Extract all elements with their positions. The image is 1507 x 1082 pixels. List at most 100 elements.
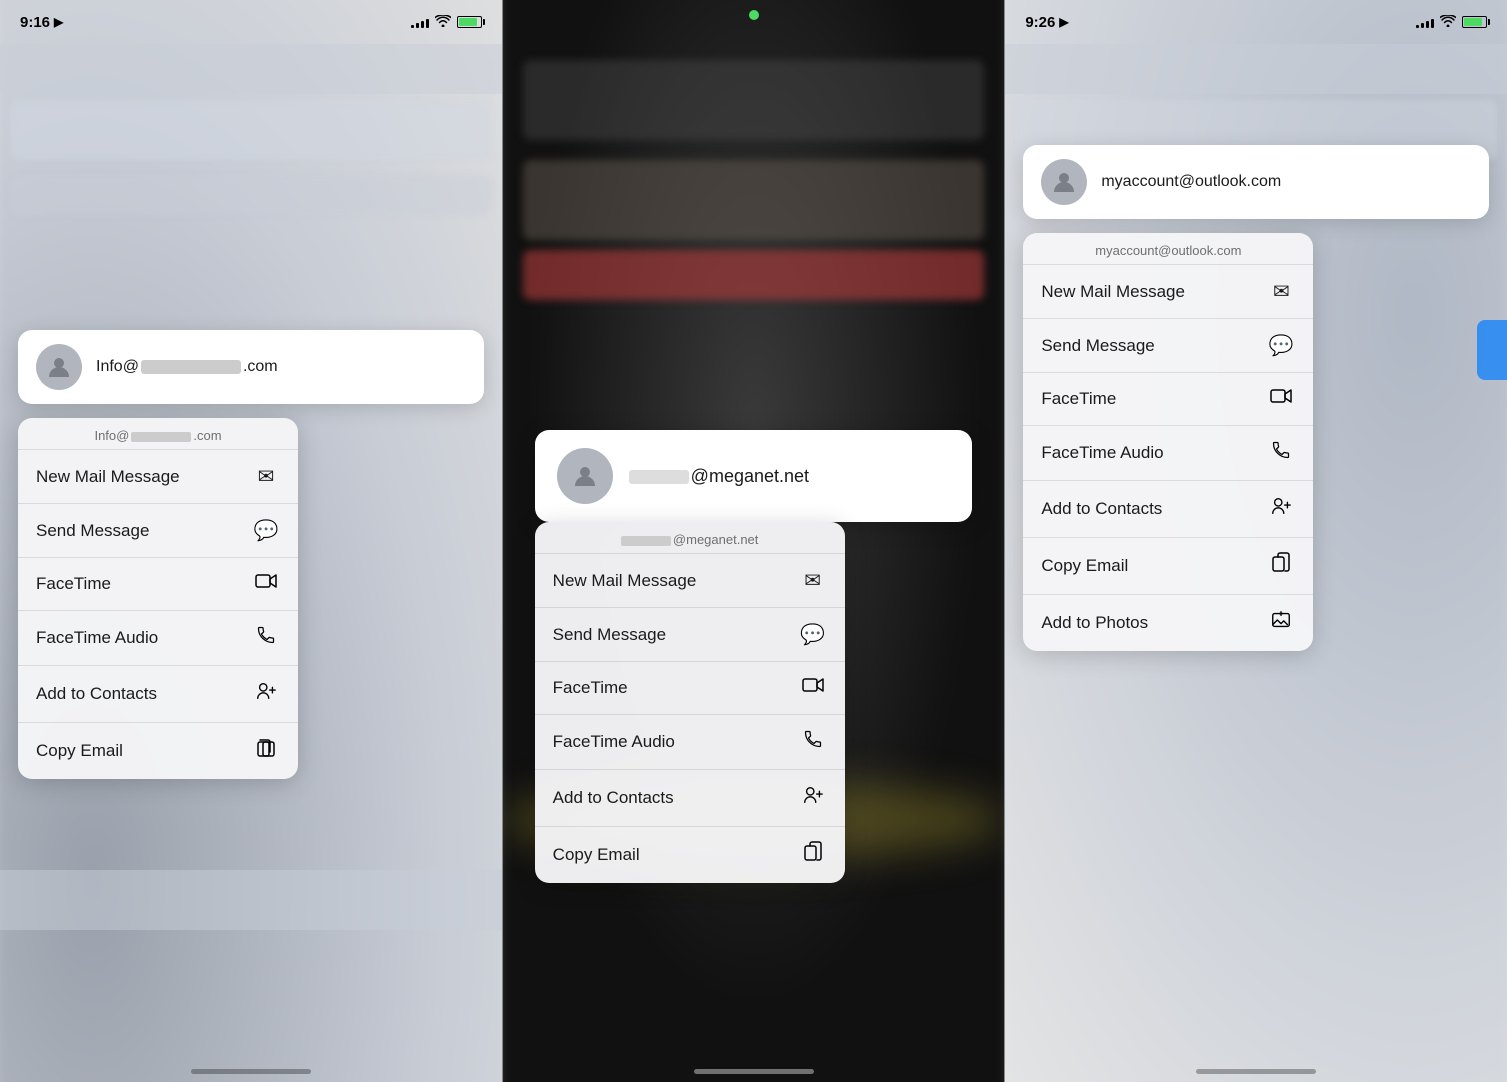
message-icon-3: 💬 (1267, 333, 1295, 358)
home-indicator-2 (694, 1069, 814, 1074)
p3-nav-blur (1005, 44, 1507, 94)
phone-panel-3: 9:26 ▶ (1005, 0, 1507, 1082)
photos-icon-3 (1267, 609, 1295, 637)
menu-item-copy-email-1[interactable]: Copy Email (18, 723, 298, 779)
menu-item-label-facetime-2: FaceTime (553, 678, 628, 698)
context-menu-1: Info@.com New Mail Message ✉ Send Messag… (18, 418, 298, 779)
contact-header-card-1: Info@.com (18, 330, 484, 404)
menu-item-label-copy-email-3: Copy Email (1041, 556, 1128, 576)
add-contact-icon-1 (252, 680, 280, 708)
avatar-3 (1041, 159, 1087, 205)
context-menu-2: @meganet.net New Mail Message ✉ Send Mes… (535, 522, 845, 883)
menu-item-facetime-audio-3[interactable]: FaceTime Audio (1023, 426, 1313, 481)
avatar-2 (557, 448, 613, 504)
menu-item-label-send-msg-3: Send Message (1041, 336, 1154, 356)
status-time-3: 9:26 ▶ (1025, 14, 1068, 31)
contact-email-3: myaccount@outlook.com (1101, 173, 1281, 191)
signal-bar-4 (426, 19, 429, 28)
menu-item-add-contacts-3[interactable]: Add to Contacts (1023, 481, 1313, 538)
status-time-1: 9:16 ▶ (20, 14, 63, 31)
status-icons-3 (1416, 15, 1487, 30)
menu-label-blur-2 (621, 536, 671, 546)
menu-item-facetime-1[interactable]: FaceTime (18, 558, 298, 611)
bg-rect-1 (10, 100, 492, 160)
copy-icon-1 (252, 737, 280, 765)
signal-bars-3 (1416, 16, 1434, 28)
menu-item-send-msg-1[interactable]: Send Message 💬 (18, 504, 298, 558)
nav-bar-blur (0, 44, 502, 94)
menu-item-label-facetime-audio-2: FaceTime Audio (553, 732, 675, 752)
menu-item-facetime-audio-2[interactable]: FaceTime Audio (535, 715, 845, 770)
contact-header-card-3: myaccount@outlook.com (1023, 145, 1489, 219)
battery-fill-3 (1464, 18, 1482, 26)
email-blur-2 (629, 470, 689, 484)
battery-icon-3 (1462, 16, 1487, 28)
menu-item-label-new-mail-3: New Mail Message (1041, 282, 1185, 302)
menu-item-facetime-3[interactable]: FaceTime (1023, 373, 1313, 426)
dark-bg-rect-2 (523, 160, 985, 240)
facetime-icon-3 (1267, 387, 1295, 411)
battery-fill-1 (459, 18, 477, 26)
home-indicator-1 (191, 1069, 311, 1074)
menu-item-label-new-mail-2: New Mail Message (553, 571, 697, 591)
phone-icon-3 (1267, 440, 1295, 466)
menu-item-label-add-contacts-2: Add to Contacts (553, 788, 674, 808)
facetime-icon-2 (799, 676, 827, 700)
p3-signal-bar-1 (1416, 25, 1419, 28)
message-icon-1: 💬 (252, 518, 280, 543)
mail-icon-1: ✉ (252, 464, 280, 489)
copy-icon-3 (1267, 552, 1295, 580)
menu-item-label-send-msg-1: Send Message (36, 521, 149, 541)
menu-item-label-facetime-3: FaceTime (1041, 389, 1116, 409)
bg-rect-2 (10, 175, 492, 215)
status-bar-2 (503, 0, 1005, 44)
contact-header-card-2: @meganet.net (535, 430, 973, 522)
menu-item-add-contacts-2[interactable]: Add to Contacts (535, 770, 845, 827)
signal-bar-1 (411, 25, 414, 28)
dark-bg-rect-3 (523, 250, 985, 300)
status-bar-1: 9:16 ▶ (0, 0, 502, 44)
p3-blue-btn (1477, 320, 1507, 380)
phone-panel-1: 9:16 ▶ (0, 0, 502, 1082)
signal-bars-1 (411, 16, 429, 28)
menu-item-copy-email-3[interactable]: Copy Email (1023, 538, 1313, 595)
menu-item-label-send-msg-2: Send Message (553, 625, 666, 645)
copy-icon-2 (799, 841, 827, 869)
menu-item-label-add-contacts-3: Add to Contacts (1041, 499, 1162, 519)
menu-item-label-add-photos-3: Add to Photos (1041, 613, 1148, 633)
wifi-icon-1 (435, 15, 451, 30)
phone-icon-1 (252, 625, 280, 651)
menu-item-label-facetime-audio-3: FaceTime Audio (1041, 443, 1163, 463)
menu-item-label-copy-email-1: Copy Email (36, 741, 123, 761)
status-icons-1 (411, 15, 482, 30)
menu-item-send-msg-3[interactable]: Send Message 💬 (1023, 319, 1313, 373)
menu-item-facetime-2[interactable]: FaceTime (535, 662, 845, 715)
p3-signal-bar-2 (1421, 23, 1424, 28)
menu-item-copy-email-2[interactable]: Copy Email (535, 827, 845, 883)
menu-item-new-mail-1[interactable]: New Mail Message ✉ (18, 450, 298, 504)
menu-item-add-photos-3[interactable]: Add to Photos (1023, 595, 1313, 651)
context-menu-3: myaccount@outlook.com New Mail Message ✉… (1023, 233, 1313, 651)
p3-signal-bar-4 (1431, 19, 1434, 28)
mail-icon-2: ✉ (799, 568, 827, 593)
menu-item-facetime-audio-1[interactable]: FaceTime Audio (18, 611, 298, 666)
contact-email-2: @meganet.net (629, 466, 809, 487)
location-icon-3: ▶ (1059, 15, 1068, 29)
menu-item-add-contacts-1[interactable]: Add to Contacts (18, 666, 298, 723)
location-icon-1: ▶ (54, 15, 63, 29)
menu-label-1: Info@.com (18, 418, 298, 450)
menu-item-label-copy-email-2: Copy Email (553, 845, 640, 865)
signal-bar-2 (416, 23, 419, 28)
menu-item-label-add-contacts-1: Add to Contacts (36, 684, 157, 704)
status-bar-3: 9:26 ▶ (1005, 0, 1507, 44)
home-indicator-3 (1196, 1069, 1316, 1074)
menu-item-send-msg-2[interactable]: Send Message 💬 (535, 608, 845, 662)
add-contact-icon-3 (1267, 495, 1295, 523)
battery-icon-1 (457, 16, 482, 28)
menu-item-new-mail-2[interactable]: New Mail Message ✉ (535, 554, 845, 608)
add-contact-icon-2 (799, 784, 827, 812)
contact-email-1: Info@.com (96, 358, 278, 376)
menu-item-label-new-mail-1: New Mail Message (36, 467, 180, 487)
menu-item-label-facetime-audio-1: FaceTime Audio (36, 628, 158, 648)
menu-item-new-mail-3[interactable]: New Mail Message ✉ (1023, 265, 1313, 319)
